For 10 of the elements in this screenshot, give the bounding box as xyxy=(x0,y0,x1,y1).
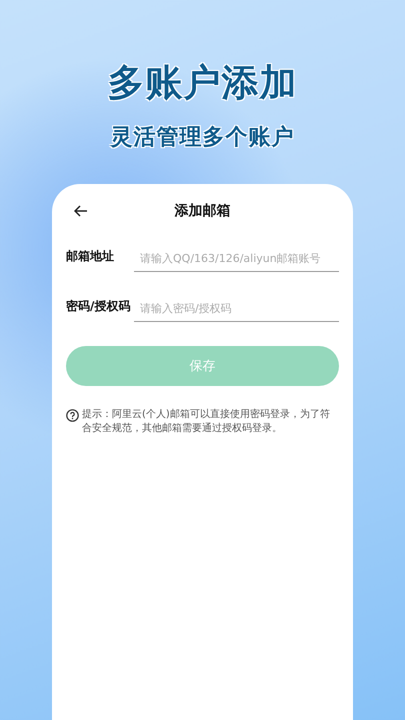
field-label: 密码/授权码 xyxy=(66,298,132,315)
hint-text: 提示：阿里云(个人)邮箱可以直接使用密码登录，为了符合安全规范，其他邮箱需要通过授权码登录。 xyxy=(82,408,331,436)
help-icon xyxy=(66,409,79,422)
back-arrow-icon[interactable] xyxy=(74,205,88,217)
field-label: 邮箱地址 xyxy=(66,248,115,265)
banner-title: 多账户添加 xyxy=(108,60,298,106)
input-field[interactable]: 请输入密码/授权码 xyxy=(134,302,339,322)
screen-title: 添加邮箱 xyxy=(174,202,230,220)
banner-subtitle: 灵活管理多个账户 xyxy=(110,124,294,152)
input-field[interactable]: 请输入QQ/163/126/aliyun邮箱账号 xyxy=(134,252,339,272)
